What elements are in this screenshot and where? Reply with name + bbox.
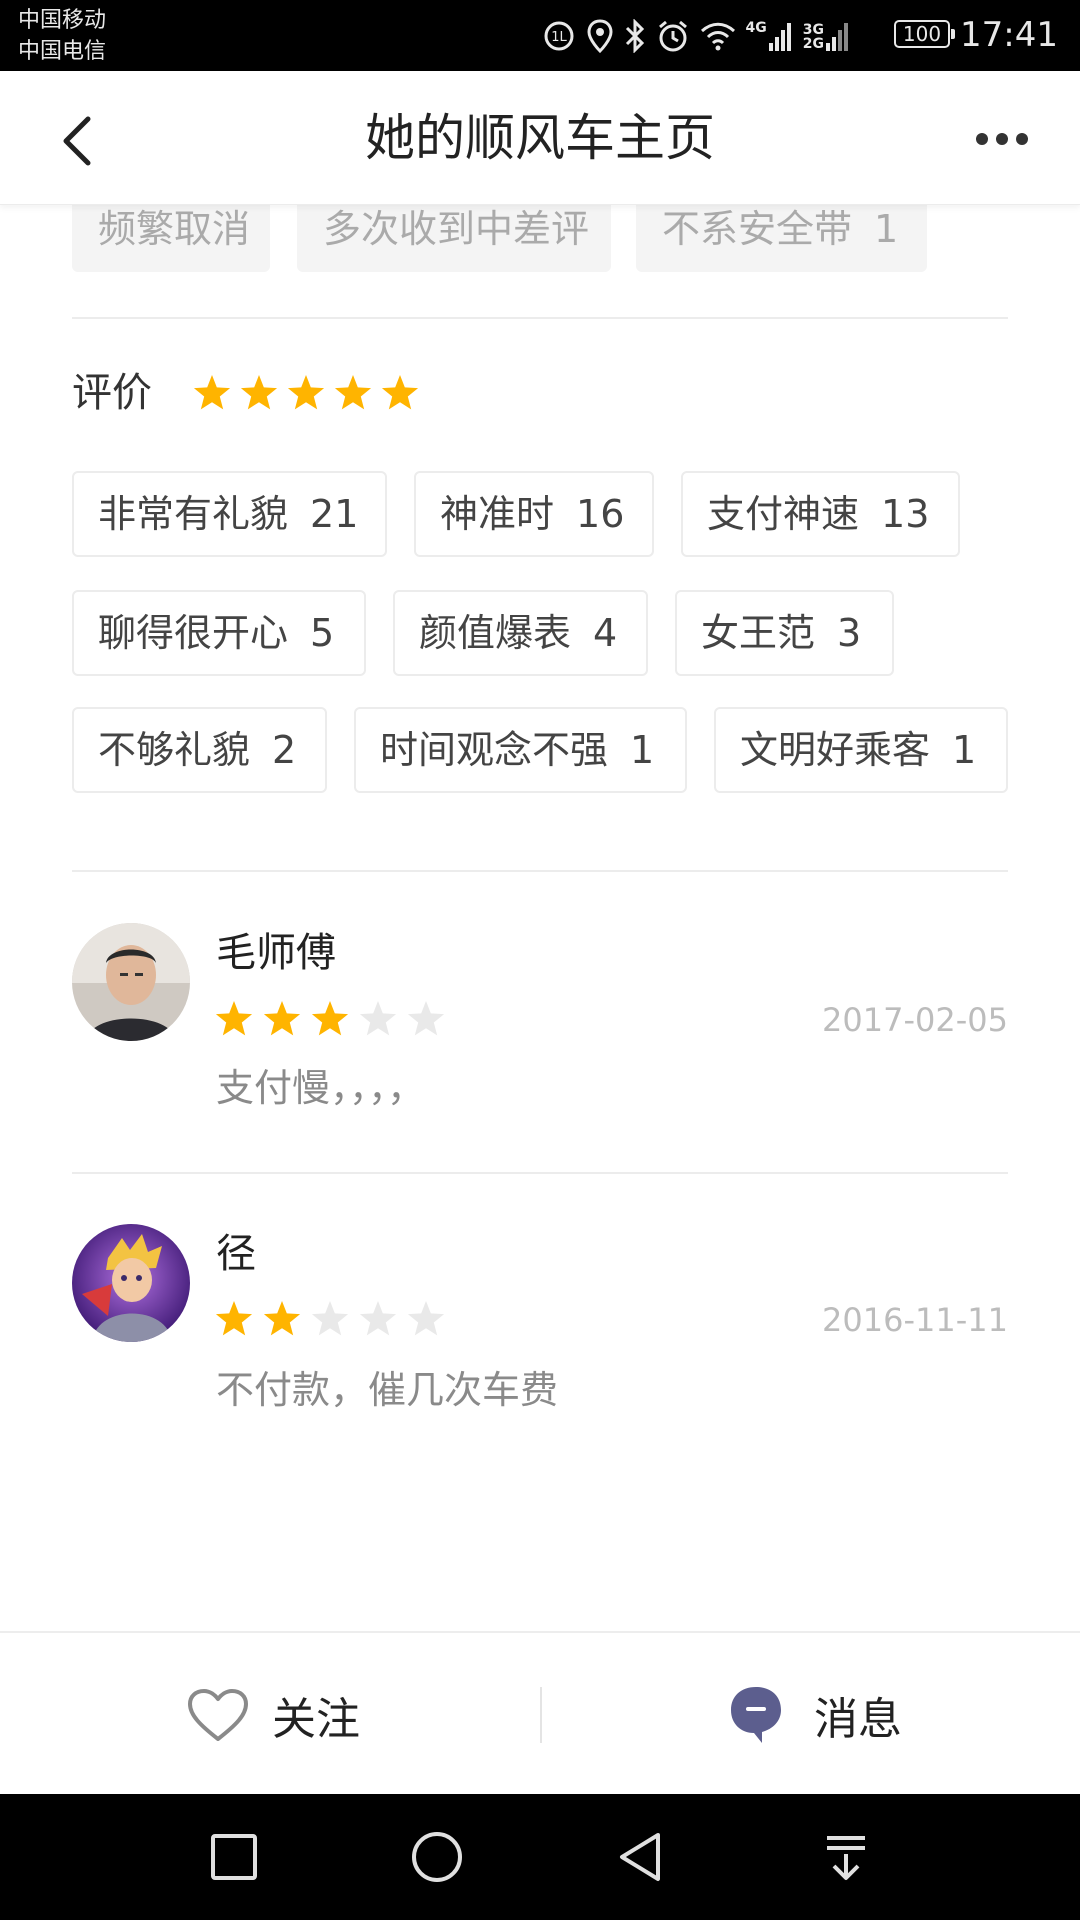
reviewer-name: 径 (216, 1231, 256, 1277)
review-text: 不付款，催几次车费 (216, 1368, 559, 1412)
rating-tag[interactable]: 颜值爆表 4 (393, 590, 648, 676)
star-filled-icon (287, 375, 325, 410)
page-title: 她的顺风车主页 (365, 109, 715, 167)
tag-count: 5 (310, 611, 335, 655)
divider (72, 1172, 1008, 1174)
wifi-icon (700, 22, 735, 51)
rating-tag[interactable]: 神准时 16 (414, 471, 654, 557)
review-date: 2017-02-05 (822, 1001, 1008, 1039)
tag-label: 文明好乘客 (740, 728, 931, 772)
signal-2: 3G 2G (803, 21, 850, 51)
tag-label: 非常有礼貌 (98, 492, 289, 536)
tag-label: 频繁取消 (98, 207, 251, 251)
tag-label: 支付神速 (707, 492, 860, 536)
signal-bars-icon (768, 23, 791, 51)
tag-count: 1 (952, 728, 977, 772)
star-empty-icon (311, 1301, 349, 1336)
tag-label: 不够礼貌 (98, 728, 251, 772)
star-filled-icon (311, 1001, 349, 1036)
network-type-1: 4G (745, 20, 767, 36)
avatar[interactable] (72, 923, 190, 1041)
pull-down-icon[interactable] (819, 1830, 873, 1884)
status-bar: 中国移动 中国电信 1L 4G 3G 2G 100 17:41 (0, 0, 1080, 71)
tag-label: 聊得很开心 (98, 611, 289, 655)
tag-count: 16 (576, 492, 625, 536)
reviewer-name: 毛师傅 (216, 930, 336, 976)
circle-icon[interactable] (410, 1830, 464, 1884)
bottom-action-bar: 关注 消息 (0, 1631, 1080, 1796)
tag-count: 4 (593, 611, 618, 655)
star-filled-icon (240, 375, 278, 410)
rating-label: 评价 (72, 370, 152, 416)
system-nav-bar (0, 1794, 1080, 1920)
divider (540, 1687, 542, 1743)
carrier-1: 中国移动 (18, 8, 107, 33)
tag-label: 颜值爆表 (419, 611, 572, 655)
rating-tag[interactable]: 时间观念不强 1 (354, 707, 687, 793)
star-filled-icon (215, 1301, 253, 1336)
status-icons: 1L 4G 3G 2G (542, 18, 850, 54)
star-filled-icon (263, 1001, 301, 1036)
review-text: 支付慢，，，， (216, 1066, 426, 1110)
star-empty-icon (407, 1001, 445, 1036)
divider (72, 870, 1008, 872)
rating-tag[interactable]: 不够礼貌 2 (72, 707, 327, 793)
star-empty-icon (359, 1301, 397, 1336)
network-type-2b: 2G (802, 36, 824, 52)
tag-count: 13 (881, 492, 930, 536)
follow-label: 关注 (272, 1693, 360, 1745)
message-button[interactable]: 消息 (728, 1633, 902, 1796)
star-filled-icon (215, 1001, 253, 1036)
rating-tag[interactable]: 聊得很开心 5 (72, 590, 366, 676)
message-label: 消息 (814, 1693, 902, 1745)
tag-count: 1 (630, 728, 655, 772)
signal-1: 4G (746, 21, 793, 51)
tag-label: 多次收到中差评 (323, 207, 590, 251)
alarm-icon (658, 20, 687, 52)
star-filled-icon (263, 1301, 301, 1336)
star-filled-icon (381, 375, 419, 410)
rating-tag[interactable]: 女王范 3 (675, 590, 894, 676)
review-date: 2016-11-11 (822, 1301, 1008, 1339)
triangle-back-icon[interactable] (614, 1830, 668, 1884)
battery-indicator: 100 (894, 20, 955, 48)
bluetooth-icon (625, 19, 644, 53)
avatar-game-character-icon (72, 1224, 190, 1342)
heart-icon (188, 1688, 248, 1741)
rating-tag[interactable]: 非常有礼貌 21 (72, 471, 387, 557)
tag-count: 3 (837, 611, 862, 655)
star-filled-icon (334, 375, 372, 410)
tag-count: 2 (272, 728, 297, 772)
svg-text:1L: 1L (551, 30, 567, 45)
avatar[interactable] (72, 1224, 190, 1342)
chat-bubble-icon (731, 1686, 781, 1743)
tag-count: 21 (310, 492, 359, 536)
location-icon (587, 19, 613, 53)
rating-tag[interactable]: 文明好乘客 1 (714, 707, 1008, 793)
sync-icon: 1L (544, 21, 574, 51)
tag-count: 1 (874, 207, 899, 251)
star-filled-icon (193, 375, 231, 410)
more-dots-icon[interactable] (974, 127, 1030, 151)
avatar-photo-icon (72, 923, 190, 1041)
star-empty-icon (407, 1301, 445, 1336)
divider (72, 317, 1008, 319)
tag-label: 女王范 (701, 611, 816, 655)
network-type-2a: 3G (802, 22, 824, 38)
clock: 17:41 (960, 15, 1058, 55)
tag-label: 不系安全带 (662, 207, 853, 251)
signal-bars-icon-2 (826, 23, 848, 51)
star-empty-icon (359, 1001, 397, 1036)
tag-label: 时间观念不强 (380, 728, 609, 772)
rating-tag[interactable]: 支付神速 13 (681, 471, 960, 557)
app-header: 她的顺风车主页 (0, 71, 1080, 205)
follow-button[interactable]: 关注 (186, 1633, 360, 1796)
carrier-2: 中国电信 (18, 39, 107, 64)
square-icon[interactable] (207, 1830, 261, 1884)
tag-label: 神准时 (440, 492, 555, 536)
